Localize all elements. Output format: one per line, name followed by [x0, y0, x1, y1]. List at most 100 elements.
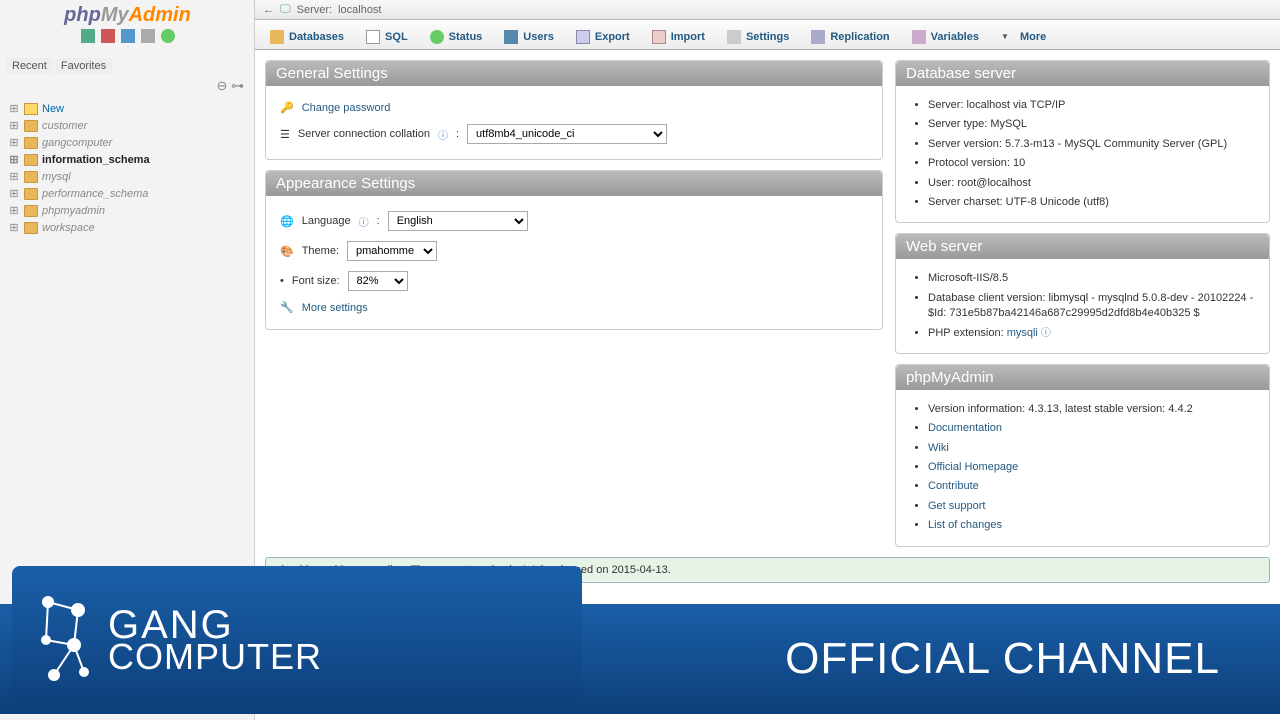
db-server-item: Server version: 5.7.3-m13 - MySQL Commun…: [928, 135, 1255, 154]
db-tree: ⊞ New ⊞ customer ⊞gangcomputer⊞information…: [0, 96, 254, 240]
tab-export[interactable]: Export: [565, 24, 641, 49]
db-item-performance_schema[interactable]: ⊞ performance_schema: [8, 185, 246, 202]
tab-status[interactable]: Status: [419, 24, 494, 49]
logo-my: My: [101, 4, 129, 26]
tab-label: More: [1020, 31, 1046, 43]
db-server-item: Protocol version: 10: [928, 154, 1255, 173]
channel-overlay: OFFICIAL CHANNEL GANG COMPUTER: [0, 565, 1280, 720]
new-db-icon: [24, 103, 38, 115]
collation-select[interactable]: utf8mb4_unicode_ci: [467, 124, 667, 144]
bullet-icon: •: [280, 275, 284, 287]
expand-icon[interactable]: ⊞: [8, 153, 20, 166]
tab-label: Users: [523, 31, 554, 43]
tab-sql[interactable]: SQL: [355, 24, 419, 49]
general-settings-title: General Settings: [266, 61, 882, 86]
databases-icon: [270, 30, 284, 44]
logout-icon[interactable]: [101, 29, 115, 43]
web-server-title: Web server: [896, 234, 1269, 259]
db-item-gangcomputer[interactable]: ⊞gangcomputer: [8, 134, 246, 151]
logo[interactable]: phpMyAdmin: [0, 0, 255, 56]
recent-favorites: Recent Favorites: [0, 56, 254, 76]
home-icon[interactable]: [81, 29, 95, 43]
expand-icon[interactable]: ⊞: [8, 119, 20, 132]
change-password-link[interactable]: Change password: [302, 102, 391, 114]
tab-label: SQL: [385, 31, 408, 43]
db-server-item: Server: localhost via TCP/IP: [928, 96, 1255, 115]
settings-icon: [727, 30, 741, 44]
password-icon: 🔑: [280, 101, 294, 114]
web-item: Microsoft-IIS/8.5: [928, 269, 1255, 288]
favorites-tab[interactable]: Favorites: [55, 58, 112, 74]
expand-icon[interactable]: ⊞: [8, 170, 20, 183]
db-label: customer: [42, 120, 87, 132]
database-icon: [24, 120, 38, 132]
server-bar: ← 🖵 Server: localhost: [255, 0, 1280, 20]
expand-icon[interactable]: ⊞: [8, 187, 20, 200]
db-server-title: Database server: [896, 61, 1269, 86]
recent-tab[interactable]: Recent: [6, 58, 53, 74]
help-icon[interactable]: ⓘ: [359, 214, 369, 229]
import-icon: [652, 30, 666, 44]
tab-label: Settings: [746, 31, 789, 43]
db-server-item: Server type: MySQL: [928, 115, 1255, 134]
database-icon: [24, 188, 38, 200]
sql-icon: [366, 30, 380, 44]
database-icon: [24, 154, 38, 166]
pma-link-item: Official Homepage: [928, 458, 1255, 477]
help-icon[interactable]: ⓘ: [1041, 328, 1051, 339]
tab-label: Export: [595, 31, 630, 43]
tab-databases[interactable]: Databases: [259, 24, 355, 49]
network-icon: [36, 590, 96, 690]
tab-label: Databases: [289, 31, 344, 43]
reload-icon[interactable]: [161, 29, 175, 43]
tab-replication[interactable]: Replication: [800, 24, 900, 49]
pma-link[interactable]: Contribute: [928, 480, 979, 492]
web-item: PHP extension: mysqli ⓘ: [928, 324, 1255, 343]
collation-icon: ☰: [280, 128, 290, 141]
db-item-phpmyadmin[interactable]: ⊞ phpmyadmin: [8, 202, 246, 219]
logo-php: php: [64, 4, 101, 26]
db-label: phpmyadmin: [42, 205, 105, 217]
database-icon: [24, 222, 38, 234]
language-select[interactable]: English: [388, 211, 528, 231]
tab-variables[interactable]: Variables: [901, 24, 990, 49]
pma-link[interactable]: Wiki: [928, 442, 949, 454]
tab-users[interactable]: Users: [493, 24, 565, 49]
php-ext-link[interactable]: mysqli: [1007, 327, 1038, 339]
theme-label: Theme:: [302, 245, 339, 257]
help-icon[interactable]: ⓘ: [438, 127, 448, 142]
docs-icon[interactable]: [121, 29, 135, 43]
more-settings-link[interactable]: More settings: [302, 302, 368, 314]
pma-version: Version information: 4.3.13, latest stab…: [928, 400, 1255, 419]
nav-icon[interactable]: [141, 29, 155, 43]
top-tabs: Databases SQL Status Users Export Import Setti…: [255, 20, 1280, 50]
db-item-information_schema[interactable]: ⊞information_schema: [8, 151, 246, 168]
pma-link[interactable]: Official Homepage: [928, 461, 1018, 473]
pma-panel: phpMyAdmin Version information: 4.3.13, …: [895, 364, 1270, 547]
appearance-panel: Appearance Settings 🌐 Language ⓘ: Englis…: [265, 170, 883, 330]
new-db-link[interactable]: ⊞ New: [8, 100, 246, 117]
logo-admin: Admin: [129, 4, 191, 26]
collapse-controls[interactable]: ⊖ ⊶: [0, 76, 254, 96]
more-icon: [1001, 30, 1015, 44]
theme-select[interactable]: pmahomme: [347, 241, 437, 261]
pma-link[interactable]: Get support: [928, 500, 985, 512]
db-label: performance_schema: [42, 188, 148, 200]
db-label: mysql: [42, 171, 71, 183]
fontsize-select[interactable]: 82%: [348, 271, 408, 291]
server-icon: 🖵: [280, 3, 291, 16]
database-icon: [24, 137, 38, 149]
tab-settings[interactable]: Settings: [716, 24, 800, 49]
pma-link[interactable]: List of changes: [928, 519, 1002, 531]
db-item-workspace[interactable]: ⊞workspace: [8, 219, 246, 236]
expand-icon[interactable]: ⊞: [8, 136, 20, 149]
pma-link[interactable]: Documentation: [928, 422, 1002, 434]
db-item-mysql[interactable]: ⊞ mysql: [8, 168, 246, 185]
db-item-customer[interactable]: ⊞ customer: [8, 117, 246, 134]
tab-import[interactable]: Import: [641, 24, 716, 49]
nav-arrow-icon[interactable]: ←: [263, 4, 274, 16]
expand-icon[interactable]: ⊞: [8, 221, 20, 234]
expand-icon[interactable]: ⊞: [8, 204, 20, 217]
tab-label: Variables: [931, 31, 979, 43]
tab-more[interactable]: More: [990, 24, 1057, 49]
